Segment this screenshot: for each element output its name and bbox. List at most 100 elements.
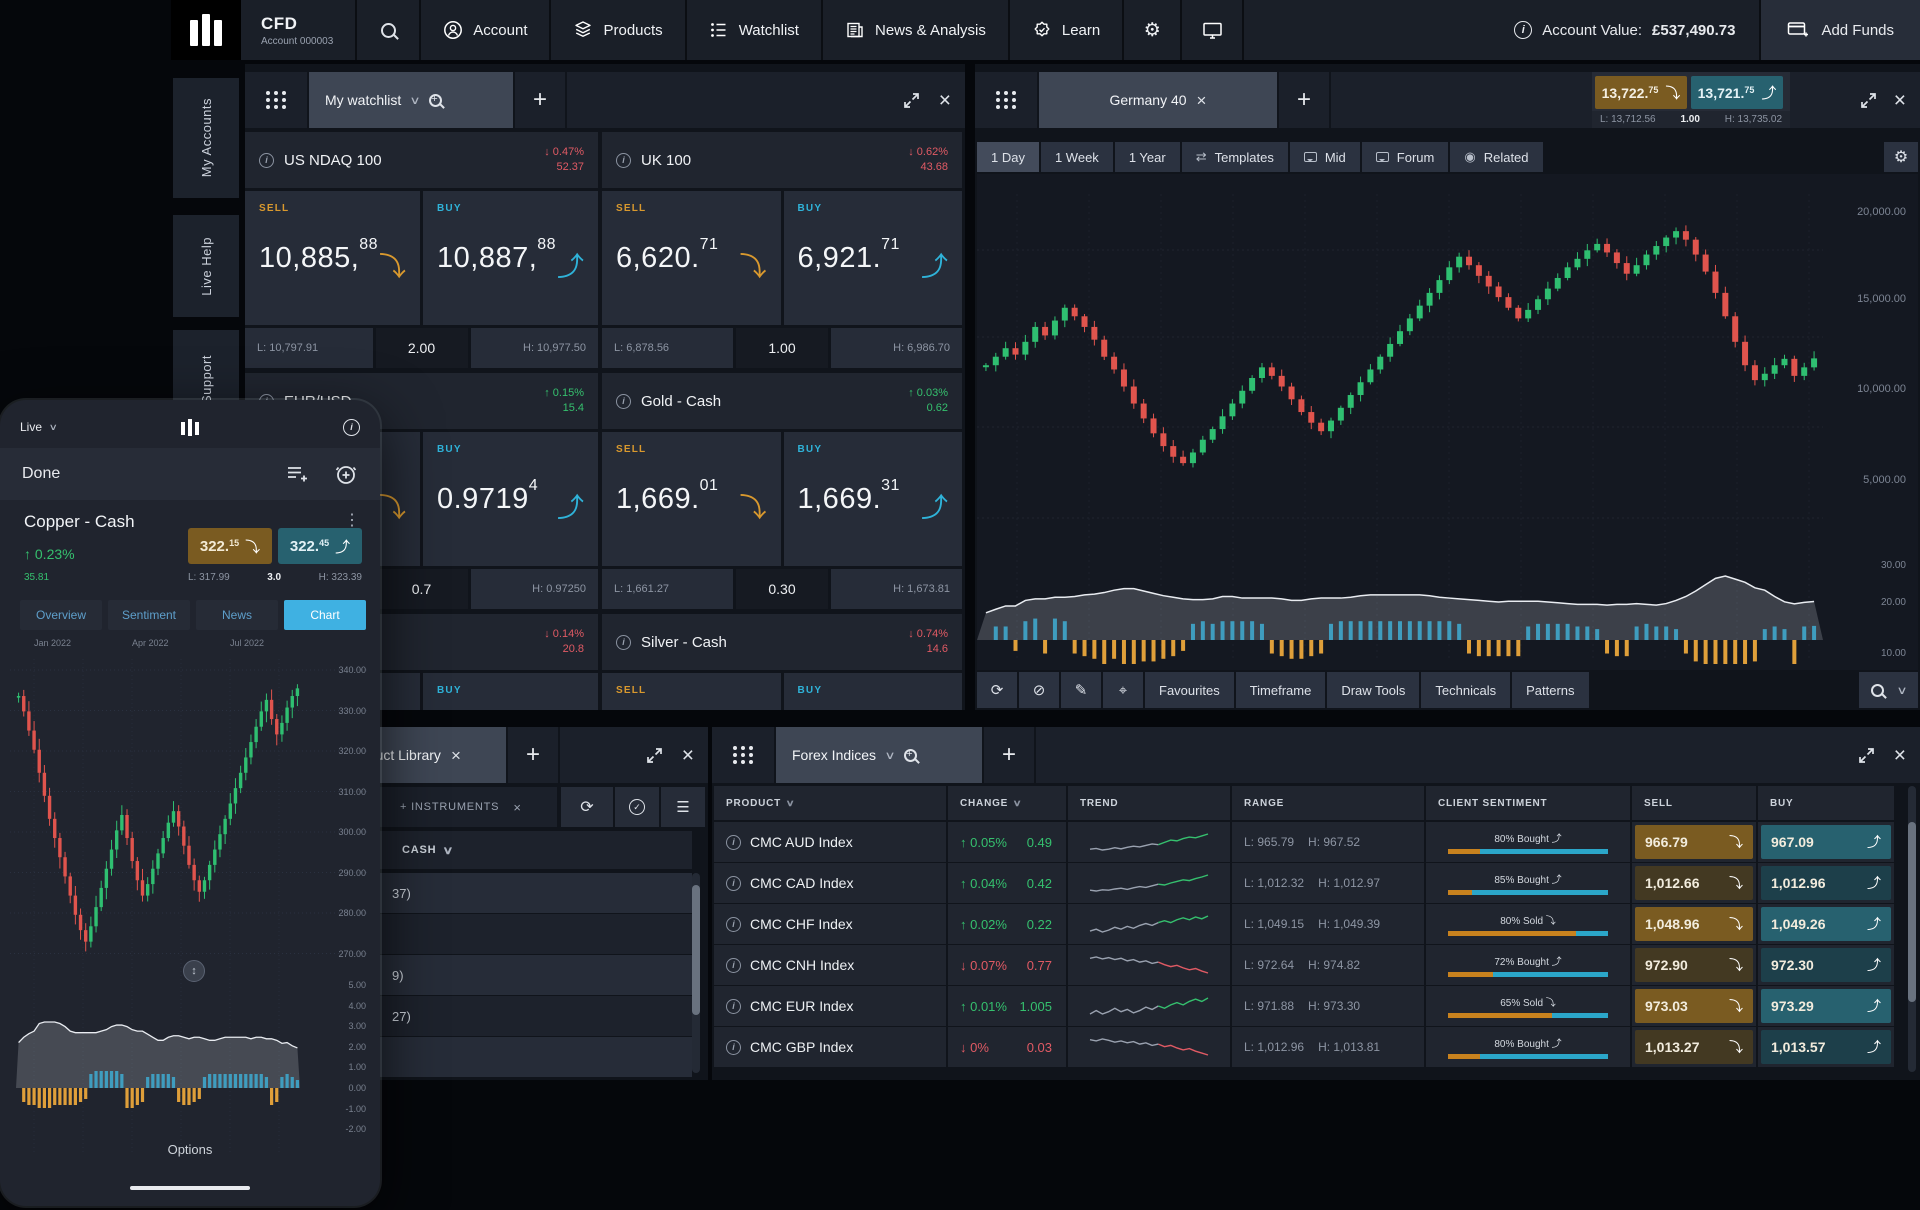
library-row[interactable]: 27) [330, 996, 692, 1036]
kebab-menu-icon[interactable]: ⋮ [344, 510, 360, 530]
toolbar-button-related[interactable]: ◉Related [1450, 142, 1542, 172]
forex-scroll-thumb[interactable] [1908, 822, 1916, 1002]
close-icon[interactable]: × [682, 745, 694, 766]
phone-tab-overview[interactable]: Overview [20, 600, 102, 630]
library-tab-close-icon[interactable]: × [451, 747, 461, 764]
sell-price-button[interactable]: SELL1,669.01⤵ [602, 432, 781, 566]
nav-watchlist[interactable]: Watchlist [685, 0, 821, 60]
price-alert-icon[interactable] [334, 463, 358, 485]
cmc-logo[interactable] [171, 0, 241, 60]
forex-row-cmc-aud-index[interactable]: iCMC AUD Index↑ 0.05%0.49L: 965.79H: 967… [714, 822, 1894, 862]
watchlist-add-tab-button[interactable]: + [515, 72, 565, 128]
nav-learn[interactable]: Learn [1008, 0, 1122, 60]
expand-icon[interactable] [902, 91, 921, 110]
buy-price-button[interactable]: BUY0.97194⤴ [423, 432, 598, 566]
tile-header[interactable]: iGold - Cash↑ 0.03%0.62 [602, 373, 962, 429]
buy-price-button[interactable]: BUY1,669.31⤴ [784, 432, 963, 566]
pane-resize-handle[interactable]: ↕ [183, 960, 205, 982]
close-icon[interactable]: × [1894, 745, 1906, 766]
watchlist-tab[interactable]: My watchlist ∨ [309, 72, 513, 128]
info-icon[interactable]: i [343, 419, 360, 436]
bottom-toolbar-favourites[interactable]: Favourites [1145, 672, 1234, 708]
forex-add-tab-button[interactable]: + [984, 727, 1034, 783]
library-column-header[interactable]: CASH ∨ [330, 831, 692, 869]
home-indicator[interactable] [130, 1186, 250, 1190]
phone-sell-button[interactable]: 322.15⤵ [188, 528, 272, 564]
chart-grid-button[interactable] [975, 72, 1037, 128]
buy-price-button[interactable]: BUY10,887,88⤴ [423, 191, 598, 325]
forex-row-cmc-chf-index[interactable]: iCMC CHF Index↑ 0.02%0.22L: 1,049.15H: 1… [714, 904, 1894, 944]
forex-header-trend[interactable]: TREND [1068, 786, 1230, 820]
forex-row-cmc-eur-index[interactable]: iCMC EUR Index↑ 0.01%1.005L: 971.88H: 97… [714, 986, 1894, 1026]
buy-price-button[interactable]: BUY145.526⤴ [423, 673, 598, 710]
library-refresh-button[interactable]: ⟳ [561, 787, 613, 827]
chart-clear-button[interactable]: ⊘ [1019, 672, 1059, 708]
add-funds-button[interactable]: Add Funds [1759, 0, 1920, 60]
expand-icon[interactable] [1859, 91, 1878, 110]
toolbar-button-forum[interactable]: Forum [1362, 142, 1449, 172]
bottom-toolbar-draw-tools[interactable]: Draw Tools [1327, 672, 1419, 708]
chevron-down-icon[interactable]: ∨ [1896, 684, 1907, 697]
forex-header-client-sentiment[interactable]: CLIENT SENTIMENT [1426, 786, 1630, 820]
chart-refresh-button[interactable]: ⟳ [977, 672, 1017, 708]
forex-header-product[interactable]: PRODUCT∨ [714, 786, 946, 820]
search-button[interactable] [355, 0, 419, 60]
watchlist-grid-button[interactable] [245, 72, 307, 128]
chart-search-icon[interactable] [1871, 684, 1884, 697]
buy-price-button[interactable]: 1,013.57⤴ [1761, 1030, 1891, 1064]
chip-remove-icon[interactable]: × [513, 801, 521, 814]
phone-tab-news[interactable]: News [196, 600, 278, 630]
library-row[interactable] [330, 914, 692, 954]
settings-button[interactable]: ⚙ [1122, 0, 1180, 60]
sell-price-button[interactable]: 966.79⤵ [1635, 825, 1753, 859]
tile-header[interactable]: iUK 100↓ 0.62%43.68 [602, 132, 962, 188]
sell-price-button[interactable]: 1,012.66⤵ [1635, 866, 1753, 900]
library-scroll-thumb[interactable] [692, 885, 700, 1015]
buy-price-button[interactable]: 967.09⤴ [1761, 825, 1891, 859]
chart-buy-button[interactable]: 13,721.75⤴ [1691, 76, 1783, 109]
nav-products[interactable]: Products [549, 0, 684, 60]
toolbar-button-templates[interactable]: ⇄Templates [1182, 142, 1288, 172]
toolbar-button-1-day[interactable]: 1 Day [977, 142, 1039, 172]
chart-annotate-button[interactable]: ✎ [1061, 672, 1101, 708]
phone-done-button[interactable]: Done [22, 465, 60, 483]
close-icon[interactable]: × [939, 90, 951, 111]
brand[interactable]: CFD Account 000003 [241, 0, 355, 60]
library-row[interactable]: 37) [330, 873, 692, 913]
sell-price-button[interactable]: SELL19.453⤵ [602, 673, 781, 710]
library-list-view-button[interactable]: ☰ [661, 787, 705, 827]
sidebar-tab-live-help[interactable]: Live Help [173, 215, 239, 317]
sidebar-tab-my-accounts[interactable]: My Accounts [173, 78, 239, 198]
chart-crosshair-button[interactable]: ⌖ [1103, 672, 1143, 708]
library-add-tab-button[interactable]: + [508, 727, 558, 783]
close-icon[interactable]: × [1894, 90, 1906, 111]
nav-account[interactable]: Account [419, 0, 549, 60]
add-to-list-icon[interactable] [286, 465, 308, 483]
chart-add-tab-button[interactable]: + [1279, 72, 1329, 128]
tile-header[interactable]: iSilver - Cash↓ 0.74%14.6 [602, 614, 962, 670]
tile-header[interactable]: iUS NDAQ 100↓ 0.47%52.37 [245, 132, 598, 188]
sell-price-button[interactable]: 973.03⤵ [1635, 989, 1753, 1023]
phone-tab-chart[interactable]: Chart [284, 600, 366, 630]
forex-row-cmc-cnh-index[interactable]: iCMC CNH Index↓ 0.07%0.77L: 972.64H: 974… [714, 945, 1894, 985]
buy-price-button[interactable]: 1,049.26⤴ [1761, 907, 1891, 941]
sell-price-button[interactable]: 1,048.96⤵ [1635, 907, 1753, 941]
buy-price-button[interactable]: 972.30⤴ [1761, 948, 1891, 982]
platform-button[interactable] [1180, 0, 1242, 60]
chart-tab[interactable]: Germany 40 × [1039, 72, 1277, 128]
library-pending-button[interactable]: ✓ [615, 787, 659, 827]
sell-price-button[interactable]: SELL6,620.71⤵ [602, 191, 781, 325]
forex-header-buy[interactable]: BUY [1758, 786, 1894, 820]
library-row[interactable]: 9) [330, 955, 692, 995]
chart-tab-close-icon[interactable]: × [1197, 92, 1207, 109]
phone-options-button[interactable]: Options [0, 1142, 380, 1157]
phone-live-label[interactable]: Live [20, 420, 42, 434]
sell-price-button[interactable]: 972.90⤵ [1635, 948, 1753, 982]
expand-icon[interactable] [645, 746, 664, 765]
phone-buy-button[interactable]: 322.45⤴ [278, 528, 362, 564]
nav-news[interactable]: News & Analysis [821, 0, 1008, 60]
sell-price-button[interactable]: 1,013.27⤵ [1635, 1030, 1753, 1064]
forex-grid-button[interactable] [712, 727, 774, 783]
chart-sell-button[interactable]: 13,722.75⤵ [1595, 76, 1687, 109]
forex-header-range[interactable]: RANGE [1232, 786, 1424, 820]
